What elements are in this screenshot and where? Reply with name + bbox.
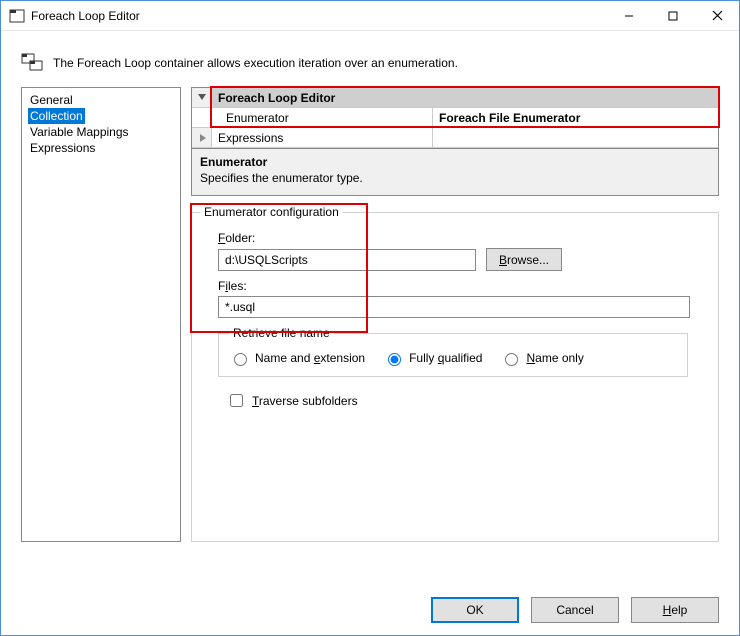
sidebar-item-label: Variable Mappings bbox=[30, 125, 129, 139]
ok-button[interactable]: OK bbox=[431, 597, 519, 623]
groupbox-legend: Enumerator configuration bbox=[200, 205, 343, 219]
folder-input[interactable] bbox=[218, 249, 476, 271]
close-button[interactable] bbox=[695, 1, 739, 31]
radio-name-ext[interactable]: Name and extension bbox=[229, 350, 365, 366]
right-pane: Foreach Loop Editor Enumerator Foreach F… bbox=[191, 87, 719, 542]
sidebar-item-collection[interactable]: Collection bbox=[28, 108, 85, 124]
property-group-header[interactable]: Foreach Loop Editor bbox=[192, 88, 718, 108]
files-field: Files: bbox=[218, 279, 704, 318]
property-name: Enumerator bbox=[212, 108, 432, 127]
radio-input[interactable] bbox=[388, 353, 401, 366]
property-value[interactable] bbox=[432, 128, 718, 147]
property-grid: Foreach Loop Editor Enumerator Foreach F… bbox=[191, 87, 719, 149]
property-group-name: Foreach Loop Editor bbox=[212, 88, 432, 107]
nav-sidebar: General Collection Variable Mappings Exp… bbox=[21, 87, 181, 542]
files-input[interactable] bbox=[218, 296, 690, 318]
help-button[interactable]: Help bbox=[631, 597, 719, 623]
property-desc-body: Specifies the enumerator type. bbox=[200, 171, 710, 185]
traverse-checkbox[interactable] bbox=[230, 394, 243, 407]
expand-icon[interactable] bbox=[192, 128, 212, 147]
browse-button[interactable]: Browse... bbox=[486, 248, 562, 271]
property-row-enumerator[interactable]: Enumerator Foreach File Enumerator bbox=[192, 108, 718, 128]
window-title: Foreach Loop Editor bbox=[31, 9, 607, 23]
property-description-panel: Enumerator Specifies the enumerator type… bbox=[191, 149, 719, 196]
loop-icon bbox=[21, 53, 43, 73]
sidebar-item-label: Expressions bbox=[30, 141, 95, 155]
sidebar-item-general[interactable]: General bbox=[28, 92, 174, 108]
app-icon bbox=[9, 8, 25, 24]
description-row: The Foreach Loop container allows execut… bbox=[1, 31, 739, 87]
collapse-icon[interactable] bbox=[192, 88, 212, 107]
radio-fully-qualified[interactable]: Fully qualified bbox=[383, 350, 482, 366]
sidebar-item-variable-mappings[interactable]: Variable Mappings bbox=[28, 124, 174, 140]
dialog-footer: OK Cancel Help bbox=[431, 597, 719, 623]
property-desc-header: Enumerator bbox=[200, 155, 710, 169]
files-label: Files: bbox=[218, 279, 704, 293]
dialog-window: Foreach Loop Editor The Foreach Loop con… bbox=[0, 0, 740, 636]
folder-label: Folder: bbox=[218, 231, 704, 245]
maximize-button[interactable] bbox=[651, 1, 695, 31]
sidebar-item-expressions[interactable]: Expressions bbox=[28, 140, 174, 156]
radio-name-only[interactable]: Name only bbox=[500, 350, 583, 366]
radio-input[interactable] bbox=[505, 353, 518, 366]
folder-field: Folder: Browse... bbox=[218, 231, 704, 271]
retrieve-fieldset: Retrieve file name Name and extension Fu… bbox=[218, 326, 688, 377]
traverse-checkbox-row[interactable]: Traverse subfolders bbox=[226, 391, 704, 410]
property-row-expressions[interactable]: Expressions bbox=[192, 128, 718, 148]
minimize-button[interactable] bbox=[607, 1, 651, 31]
retrieve-legend: Retrieve file name bbox=[229, 326, 334, 340]
property-name: Expressions bbox=[212, 128, 432, 147]
cancel-button[interactable]: Cancel bbox=[531, 597, 619, 623]
property-value[interactable]: Foreach File Enumerator bbox=[432, 108, 718, 127]
titlebar: Foreach Loop Editor bbox=[1, 1, 739, 31]
sidebar-item-label: General bbox=[30, 93, 73, 107]
radio-input[interactable] bbox=[234, 353, 247, 366]
description-text: The Foreach Loop container allows execut… bbox=[53, 56, 458, 70]
enumerator-config-group: Enumerator configuration Folder: Browse.… bbox=[191, 212, 719, 542]
